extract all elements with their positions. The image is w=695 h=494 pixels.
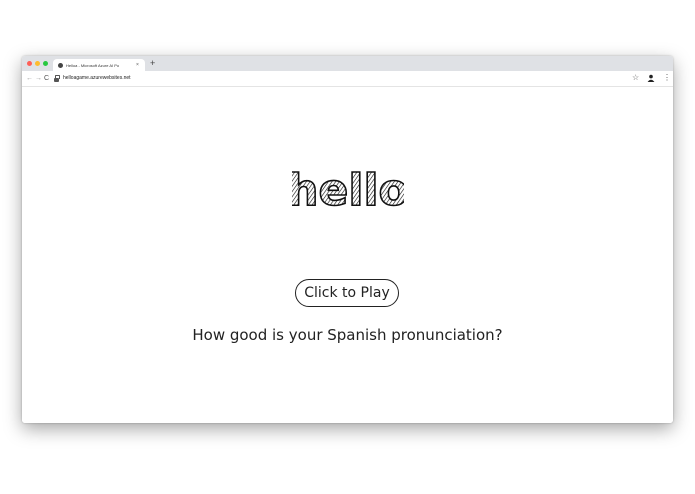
- lock-icon-body: [54, 78, 59, 82]
- maximize-window-button[interactable]: [43, 61, 48, 66]
- play-button[interactable]: Click to Play: [295, 279, 399, 307]
- profile-icon[interactable]: [647, 74, 655, 82]
- tab-strip: Helloa - Microsoft Azure AI Po × +: [22, 56, 673, 71]
- browser-tab[interactable]: Helloa - Microsoft Azure AI Po ×: [53, 59, 145, 71]
- star-icon[interactable]: ☆: [632, 73, 639, 83]
- minimize-window-button[interactable]: [35, 61, 40, 66]
- browser-toolbar: ← → C helloagame.azurewebsites.net ☆ ⋮: [22, 71, 673, 87]
- address-bar[interactable]: helloagame.azurewebsites.net: [63, 75, 131, 82]
- tab-close-icon[interactable]: ×: [136, 62, 139, 68]
- tagline: How good is your Spanish pronunciation?: [192, 326, 503, 344]
- page-content: hello Click to Play How good is your Spa…: [22, 87, 673, 423]
- hello-logo: hello: [292, 165, 404, 213]
- browser-window: Helloa - Microsoft Azure AI Po × + ← → C…: [22, 56, 673, 423]
- back-button[interactable]: ←: [26, 74, 33, 83]
- menu-icon[interactable]: ⋮: [663, 73, 671, 83]
- reload-button[interactable]: C: [44, 74, 49, 83]
- tab-title: Helloa - Microsoft Azure AI Po: [66, 62, 120, 68]
- logo-text: hello: [292, 165, 404, 213]
- favicon-icon: [58, 62, 63, 68]
- new-tab-button[interactable]: +: [150, 58, 155, 68]
- forward-button[interactable]: →: [35, 74, 42, 83]
- close-window-button[interactable]: [27, 61, 32, 66]
